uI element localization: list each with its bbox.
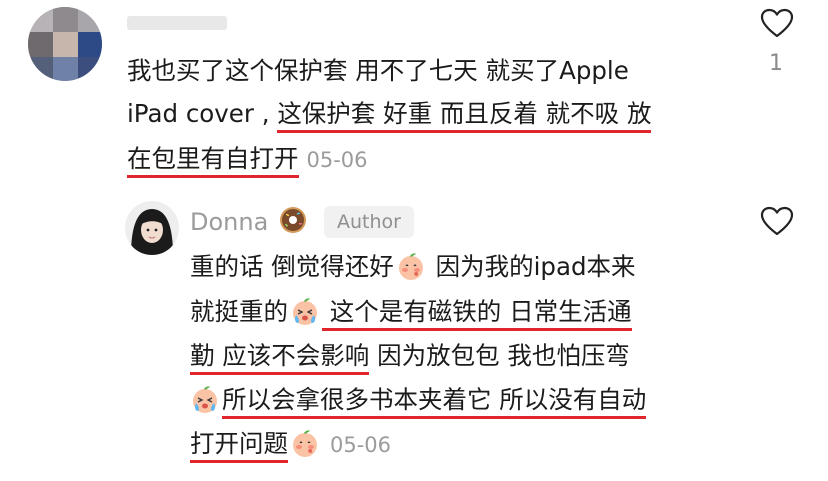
highlighted-text: 这个是有磁铁的 日常生活通 (322, 297, 632, 331)
commenter-username[interactable] (127, 16, 227, 30)
reply-line-1: 重的话 倒觉得还好 因为我的ipad本来 (190, 243, 636, 290)
author-avatar[interactable] (125, 201, 179, 255)
comment-line-1: 我也买了这个保护套 用不了七天 就买了Apple (127, 47, 629, 94)
reply-username-text: Donna (190, 208, 269, 236)
commenter-avatar[interactable] (28, 7, 102, 81)
comment-line-3: 在包里有自打开 05-06 (127, 135, 368, 184)
reply-line-4: 所以会拿很多书本夹着它 所以没有自动 (190, 376, 647, 423)
donut-emoji-icon (278, 205, 308, 235)
reply-username[interactable]: Donna (190, 205, 310, 236)
highlighted-text: 所以会拿很多书本夹着它 所以没有自动 (222, 385, 647, 419)
like-heart-icon[interactable] (760, 206, 794, 236)
highlighted-text: 打开问题 (190, 429, 288, 463)
reply-line-3: 勤 应该不会影响 因为放包包 我也怕压弯 (190, 332, 630, 379)
highlighted-text: 这保护套 好重 而且反着 就不吸 放 (277, 99, 652, 133)
reply-line-2: 就挺重的 这个是有磁铁的 日常生活通 (190, 288, 632, 335)
reply-date: 05-06 (330, 433, 392, 457)
comment-date: 05-06 (306, 148, 368, 172)
peach-emoji-icon (396, 249, 426, 280)
peach-emoji-icon (290, 426, 320, 457)
comment-text: 我也买了这个保护套 用不了七天 就买了Apple (127, 56, 629, 85)
reply-line-5: 打开问题 05-06 (190, 420, 391, 469)
reply-text: 因为我的ipad本来 (427, 252, 636, 281)
highlighted-text: 勤 应该不会影响 (190, 341, 370, 375)
crying-peach-emoji-icon (190, 382, 220, 413)
comment-line-2: iPad cover , 这保护套 好重 而且反着 就不吸 放 (127, 90, 652, 137)
like-heart-icon[interactable] (760, 8, 794, 38)
highlighted-text: 在包里有自打开 (127, 144, 299, 178)
comment-text: iPad cover , (127, 99, 278, 128)
reply-text: 因为放包包 我也怕压弯 (369, 341, 630, 370)
reply-text: 重的话 倒觉得还好 (190, 252, 394, 281)
author-badge: Author (324, 206, 414, 238)
reply-text: 就挺重的 (190, 297, 288, 326)
like-count: 1 (769, 51, 783, 76)
crying-peach-emoji-icon (290, 294, 320, 325)
